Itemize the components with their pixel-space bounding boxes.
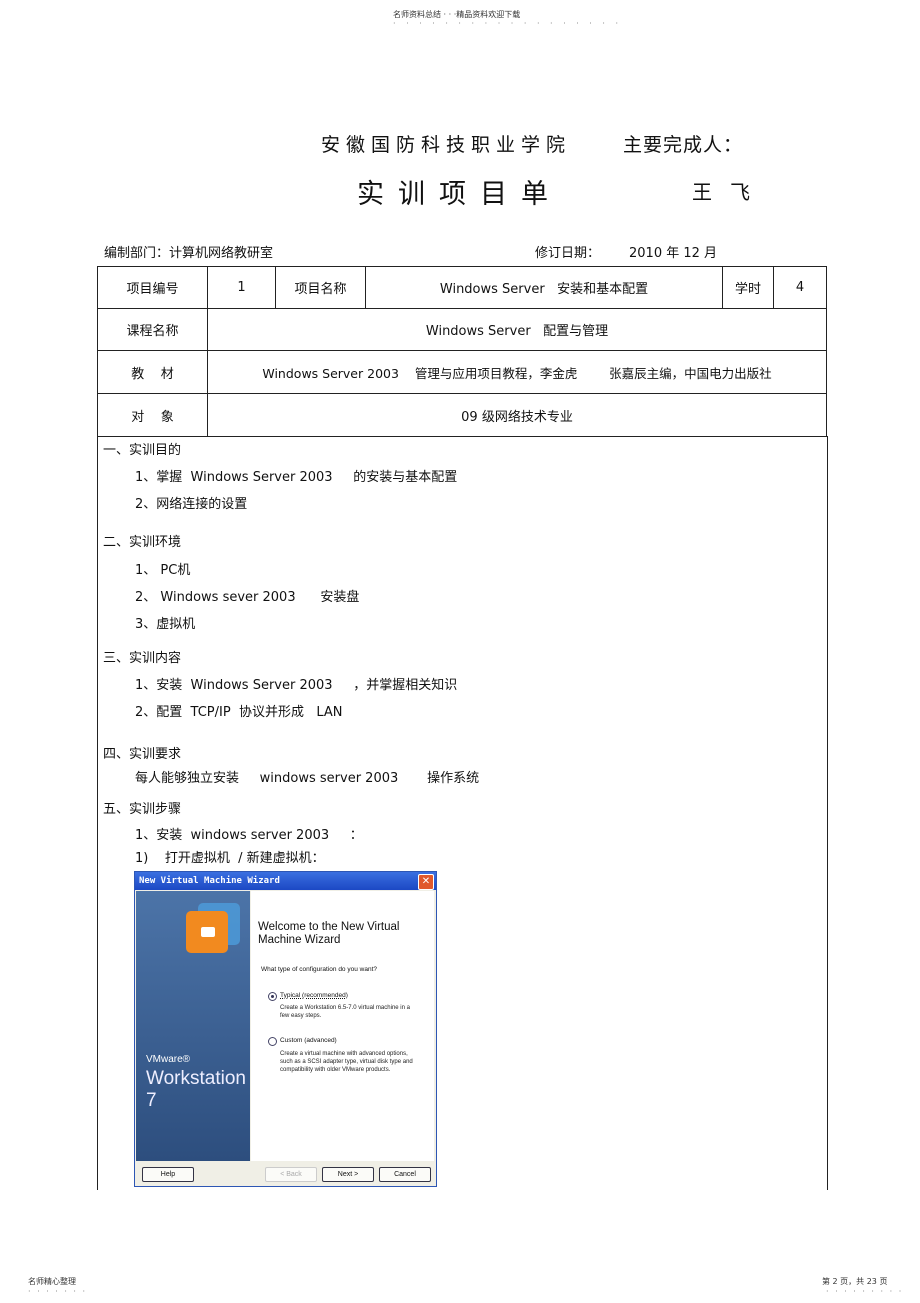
- completer-name: 王飞: [692, 180, 768, 204]
- project-no: 1: [207, 266, 276, 309]
- info-table: 项目编号 1 项目名称 Windows Server 安装和基本配置 学时 4 …: [97, 266, 827, 437]
- cancel-button[interactable]: Cancel: [379, 1167, 431, 1182]
- close-icon[interactable]: ✕: [418, 874, 434, 890]
- target-label: 对 象: [97, 393, 208, 437]
- list-item: 3、虚拟机: [135, 617, 196, 632]
- footer-left: 名师精心整理: [28, 1277, 76, 1286]
- vmware-wizard-screenshot: New Virtual Machine Wizard ✕ VMware® Wor…: [134, 871, 437, 1187]
- doc-title: 实训项目单: [357, 179, 562, 210]
- section-heading: 一、实训目的: [103, 443, 182, 458]
- footer-right-dots: · · · · · · · · ·: [826, 1287, 904, 1296]
- option-typical-label[interactable]: Typical (recommended): [280, 992, 348, 999]
- wizard-sidebar: VMware® Workstation 7: [136, 891, 250, 1161]
- wizard-main: Welcome to the New Virtual Machine Wizar…: [251, 891, 434, 1161]
- course: Windows Server 配置与管理: [207, 308, 827, 351]
- list-item: 2、 Windows sever 2003 安装盘: [135, 590, 360, 605]
- header-dots: · · · · · · · · · · · · · · · · · ·: [393, 19, 623, 28]
- brand: VMware®: [146, 1054, 191, 1065]
- wizard-question: What type of configuration do you want?: [261, 966, 377, 973]
- help-button[interactable]: Help: [142, 1167, 194, 1182]
- target: 09 级网络技术专业: [207, 393, 827, 437]
- hours-label: 学时: [722, 266, 774, 309]
- section-heading: 四、实训要求: [103, 747, 182, 762]
- page-number: 第 2 页，共 23 页: [822, 1277, 888, 1286]
- project-no-label: 项目编号: [97, 266, 208, 309]
- section-heading: 三、实训内容: [103, 651, 182, 666]
- project-name: Windows Server 安装和基本配置: [365, 266, 723, 309]
- date-label: 修订日期：: [535, 246, 601, 261]
- footer-left-dots: · · · · · · ·: [28, 1287, 88, 1296]
- list-item: 1) 打开虚拟机 / 新建虚拟机：: [135, 851, 325, 866]
- list-item: 2、网络连接的设置: [135, 497, 248, 512]
- radio-custom[interactable]: [268, 1037, 277, 1046]
- school-name: 安徽国防科技职业学院: [321, 134, 572, 156]
- table-row: 对 象 09 级网络技术专业: [97, 393, 827, 437]
- table-row: 课程名称 Windows Server 配置与管理: [97, 308, 827, 351]
- list-item: 1、 PC机: [135, 563, 191, 578]
- list-item: 2、配置 TCP/IP 协议并形成 LAN: [135, 705, 343, 720]
- list-item: 每人能够独立安装 windows server 2003 操作系统: [135, 771, 480, 786]
- section-heading: 二、实训环境: [103, 535, 182, 550]
- dialog-title: New Virtual Machine Wizard: [135, 872, 436, 890]
- option-typical-desc: Create a Workstation 6.5-7.0 virtual mac…: [280, 1005, 410, 1019]
- project-name-label: 项目名称: [275, 266, 366, 309]
- dept: 编制部门：计算机网络教研室: [104, 246, 274, 261]
- vmware-logo-inner: [201, 927, 215, 937]
- list-item: 1、安装 Windows Server 2003 ，并掌握相关知识: [135, 678, 458, 693]
- course-label: 课程名称: [97, 308, 208, 351]
- table-row: 项目编号 1 项目名称 Windows Server 安装和基本配置 学时 4: [97, 266, 827, 309]
- wizard-heading: Welcome to the New Virtual Machine Wizar…: [258, 921, 400, 946]
- list-item: 1、掌握 Windows Server 2003 的安装与基本配置: [135, 470, 458, 485]
- section-heading: 五、实训步骤: [103, 802, 182, 817]
- textbook: Windows Server 2003 管理与应用项目教程，李金虎 张嘉辰主编，…: [207, 350, 827, 394]
- completer-label: 主要完成人：: [623, 134, 744, 156]
- date: 2010 年 12 月: [629, 246, 718, 261]
- hours: 4: [773, 266, 827, 309]
- back-button[interactable]: < Back: [265, 1167, 317, 1182]
- document-page: 名师资料总结 · · ·精品资料欢迎下载 · · · · · · · · · ·…: [0, 0, 920, 1303]
- radio-typical[interactable]: [268, 992, 277, 1001]
- textbook-label: 教 材: [97, 350, 208, 394]
- list-item: 1、安装 windows server 2003 ：: [135, 828, 363, 843]
- product-name: Workstation 7: [146, 1068, 246, 1111]
- option-custom-label[interactable]: Custom (advanced): [280, 1037, 337, 1044]
- option-custom-desc: Create a virtual machine with advanced o…: [280, 1051, 413, 1073]
- next-button[interactable]: Next >: [322, 1167, 374, 1182]
- table-row: 教 材 Windows Server 2003 管理与应用项目教程，李金虎 张嘉…: [97, 350, 827, 394]
